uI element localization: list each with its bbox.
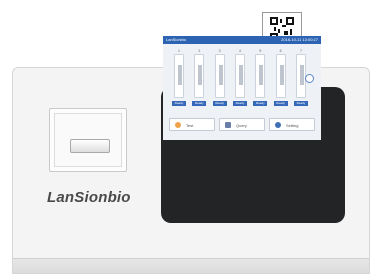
channel-strip bbox=[238, 65, 243, 85]
channel-strip bbox=[198, 65, 203, 85]
channel-status: Ready bbox=[293, 101, 308, 106]
test-button-label: Test bbox=[186, 123, 194, 128]
channel-list: 1 Ready 2 Ready 3 Ready 4 Ready 5 Ready … bbox=[172, 49, 308, 113]
channel-status: Ready bbox=[273, 101, 288, 106]
channel-status: Ready bbox=[172, 101, 186, 106]
status-title: LanSionbio bbox=[166, 37, 187, 42]
channel-label: 1 bbox=[178, 49, 180, 53]
channel-2[interactable]: 2 Ready bbox=[192, 49, 207, 113]
search-icon bbox=[175, 122, 181, 128]
status-bar: LanSionbio 2016-10-11 13:00:27 bbox=[163, 36, 321, 44]
action-buttons: Test Query Setting bbox=[169, 118, 315, 132]
device-base bbox=[13, 258, 369, 273]
cartridge-slot[interactable] bbox=[49, 108, 127, 172]
channel-strip bbox=[299, 65, 304, 85]
channel-strip bbox=[218, 65, 223, 85]
channel-status: Ready bbox=[232, 101, 247, 106]
channel-strip bbox=[279, 65, 284, 85]
cartridge-tray[interactable] bbox=[70, 139, 110, 153]
channel-status: Ready bbox=[212, 101, 227, 106]
channel-3[interactable]: 3 Ready bbox=[212, 49, 227, 113]
channel-label: 6 bbox=[279, 49, 282, 53]
query-button-label: Query bbox=[236, 123, 247, 128]
test-button[interactable]: Test bbox=[169, 118, 215, 131]
channel-label: 5 bbox=[259, 49, 262, 53]
channel-cartridge bbox=[255, 54, 266, 98]
setting-button-label: Setting bbox=[286, 123, 299, 128]
status-datetime: 2016-10-11 13:00:27 bbox=[281, 37, 318, 42]
channel-cartridge bbox=[194, 54, 205, 98]
touch-display[interactable]: LanSionbio 2016-10-11 13:00:27 1 Ready 2… bbox=[163, 36, 321, 140]
channel-label: 4 bbox=[239, 49, 241, 53]
gear-icon bbox=[275, 122, 281, 128]
channel-status: Ready bbox=[253, 101, 268, 106]
channel-status: Ready bbox=[192, 101, 207, 106]
channel-4[interactable]: 4 Ready bbox=[232, 49, 247, 113]
channel-strip bbox=[178, 65, 182, 85]
setting-button[interactable]: Setting bbox=[269, 118, 315, 131]
channel-5[interactable]: 5 Ready bbox=[253, 49, 268, 113]
channel-cartridge bbox=[174, 54, 184, 98]
brand-logo: LanSionbio bbox=[47, 189, 131, 206]
channel-cartridge bbox=[275, 54, 286, 98]
channel-cartridge bbox=[234, 54, 245, 98]
channel-cartridge bbox=[214, 54, 225, 98]
channel-strip bbox=[259, 65, 264, 85]
channel-label: 2 bbox=[198, 49, 201, 53]
refresh-circle-button[interactable] bbox=[305, 74, 314, 83]
channel-label: 7 bbox=[299, 49, 302, 53]
channel-6[interactable]: 6 Ready bbox=[273, 49, 288, 113]
channel-1[interactable]: 1 Ready bbox=[172, 49, 186, 113]
query-button[interactable]: Query bbox=[219, 118, 265, 131]
document-icon bbox=[225, 122, 231, 128]
channel-label: 3 bbox=[218, 49, 221, 53]
